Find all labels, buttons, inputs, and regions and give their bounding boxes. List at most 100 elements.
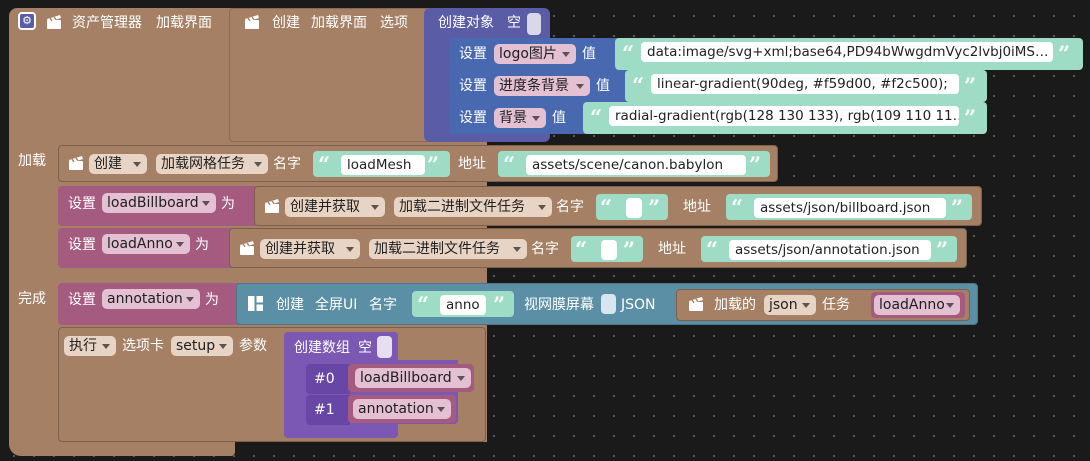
loaded-label: 加载的: [714, 297, 756, 313]
as-label: 为: [195, 237, 209, 253]
task-label: 任务: [822, 297, 850, 313]
options-label: 选项: [380, 15, 408, 31]
asset-manager-title: 资产管理器: [72, 15, 142, 31]
create-array-label: 创建数组: [294, 340, 350, 356]
ui-name-string[interactable]: “ anno ”: [412, 291, 514, 317]
quote-open-icon: “: [632, 73, 645, 98]
quote-close-icon: ”: [648, 195, 661, 220]
variable-dropdown[interactable]: loadBillboard: [102, 193, 216, 213]
mesh-address-string[interactable]: “ assets/scene/canon.babylon ”: [498, 151, 770, 177]
ui-name-input[interactable]: anno: [440, 295, 486, 315]
set-label: 设置: [459, 110, 487, 126]
variable-dropdown[interactable]: annotation: [353, 399, 451, 419]
clapperboard-icon: [264, 198, 280, 218]
create-get-dropdown[interactable]: 创建并获取: [260, 239, 360, 259]
retina-label: 视网膜屏幕: [524, 297, 594, 313]
quote-close-icon: ”: [623, 237, 636, 262]
anno-name-input[interactable]: [601, 240, 617, 260]
variable-dropdown[interactable]: annotation: [102, 289, 200, 309]
quote-close-icon: ”: [964, 105, 977, 130]
billboard-name-string[interactable]: “ ”: [596, 194, 668, 220]
mesh-name-input[interactable]: loadMesh: [341, 155, 425, 175]
anno-address-input[interactable]: assets/json/annotation.json: [729, 240, 931, 260]
string-text-input[interactable]: data:image/svg+xml;base64,PD94bWwgdmVyc2…: [641, 42, 1053, 62]
quote-open-icon: “: [622, 41, 635, 66]
json-label: JSON: [621, 297, 656, 313]
create-object-empty: 空: [507, 15, 521, 31]
anno-address-string[interactable]: “ assets/json/annotation.json ”: [701, 236, 957, 262]
clapperboard-icon: [46, 14, 62, 34]
clapperboard-icon: [68, 155, 84, 175]
set-label: 设置: [68, 196, 96, 212]
mesh-task-dropdown[interactable]: 加载网格任务: [156, 154, 268, 174]
load-section-label: 加载: [18, 153, 46, 169]
value-label: 值: [552, 110, 566, 126]
address-label: 地址: [683, 199, 711, 215]
name-label: 名字: [531, 241, 559, 257]
create-get-dropdown[interactable]: 创建并获取: [285, 197, 385, 217]
quote-open-icon: “: [417, 292, 430, 317]
asset-manager-subtitle: 加载界面: [156, 15, 212, 31]
billboard-address-string[interactable]: “ assets/json/billboard.json ”: [726, 194, 972, 220]
object-mutator-toggle[interactable]: [527, 13, 541, 35]
create-array-empty: 空: [358, 340, 372, 356]
address-label: 地址: [458, 156, 486, 172]
name-label: 名字: [369, 297, 397, 313]
set-label: 设置: [68, 237, 96, 253]
clapperboard-icon: [239, 240, 255, 260]
string-text-input[interactable]: radial-gradient(rgb(128 130 133), rgb(10…: [609, 106, 959, 126]
mesh-address-input[interactable]: assets/scene/canon.babylon: [526, 155, 746, 175]
billboard-name-input[interactable]: [626, 198, 642, 218]
retina-checkbox[interactable]: [601, 294, 616, 314]
anno-name-string[interactable]: “ ”: [571, 236, 643, 262]
property-key-dropdown[interactable]: 背景: [494, 108, 546, 128]
array-mutator-toggle[interactable]: [377, 336, 392, 358]
create-label: 创建: [276, 297, 304, 313]
create-object-label: 创建对象: [438, 15, 494, 31]
tab-dropdown[interactable]: setup: [171, 336, 233, 356]
billboard-address-input[interactable]: assets/json/billboard.json: [754, 198, 946, 218]
grid-icon: [248, 296, 263, 315]
name-label: 名字: [273, 156, 301, 172]
value-label: 值: [596, 78, 610, 94]
binary-task-dropdown[interactable]: 加载二进制文件任务: [394, 197, 552, 217]
execute-dropdown[interactable]: 执行: [64, 336, 116, 356]
set-label: 设置: [459, 46, 487, 62]
array-index-label: #0: [314, 371, 335, 387]
quote-open-icon: “: [706, 237, 719, 262]
quote-close-icon: ”: [749, 152, 762, 177]
array-index-label: #1: [314, 402, 335, 418]
name-label: 名字: [556, 199, 584, 215]
load-ui-label: 加载界面: [311, 15, 367, 31]
tab-label: 选项卡: [122, 338, 164, 354]
create-label: 创建: [272, 15, 300, 31]
variable-dropdown[interactable]: loadBillboard: [355, 368, 471, 388]
clapperboard-icon: [244, 14, 260, 34]
quote-open-icon: “: [575, 237, 588, 262]
binary-task-dropdown[interactable]: 加载二进制文件任务: [369, 239, 527, 259]
mesh-name-string[interactable]: “ loadMesh ”: [313, 151, 450, 177]
create-dropdown[interactable]: 创建: [89, 154, 147, 174]
quote-close-icon: ”: [1058, 41, 1071, 66]
quote-open-icon: “: [318, 152, 331, 177]
variable-dropdown[interactable]: loadAnno: [102, 234, 190, 254]
params-label: 参数: [239, 338, 267, 354]
clapperboard-icon: [688, 296, 704, 316]
done-section-label: 完成: [18, 291, 46, 307]
json-dropdown[interactable]: json: [764, 295, 816, 315]
quote-close-icon: ”: [964, 73, 977, 98]
string-text-input[interactable]: linear-gradient(90deg, #f59d00, #f2c500)…: [651, 74, 959, 94]
task-variable-dropdown[interactable]: loadAnno: [874, 295, 960, 315]
set-label: 设置: [459, 78, 487, 94]
address-label: 地址: [658, 241, 686, 257]
quote-close-icon: ”: [493, 292, 506, 317]
gear-icon[interactable]: ⚙: [18, 12, 36, 30]
quote-close-icon: ”: [951, 195, 964, 220]
as-label: 为: [205, 292, 219, 308]
quote-open-icon: “: [503, 152, 516, 177]
quote-close-icon: ”: [427, 152, 440, 177]
quote-open-icon: “: [600, 195, 613, 220]
set-label: 设置: [68, 292, 96, 308]
property-key-dropdown[interactable]: 进度条背景: [494, 76, 590, 96]
property-key-dropdown[interactable]: logo图片: [494, 44, 576, 64]
